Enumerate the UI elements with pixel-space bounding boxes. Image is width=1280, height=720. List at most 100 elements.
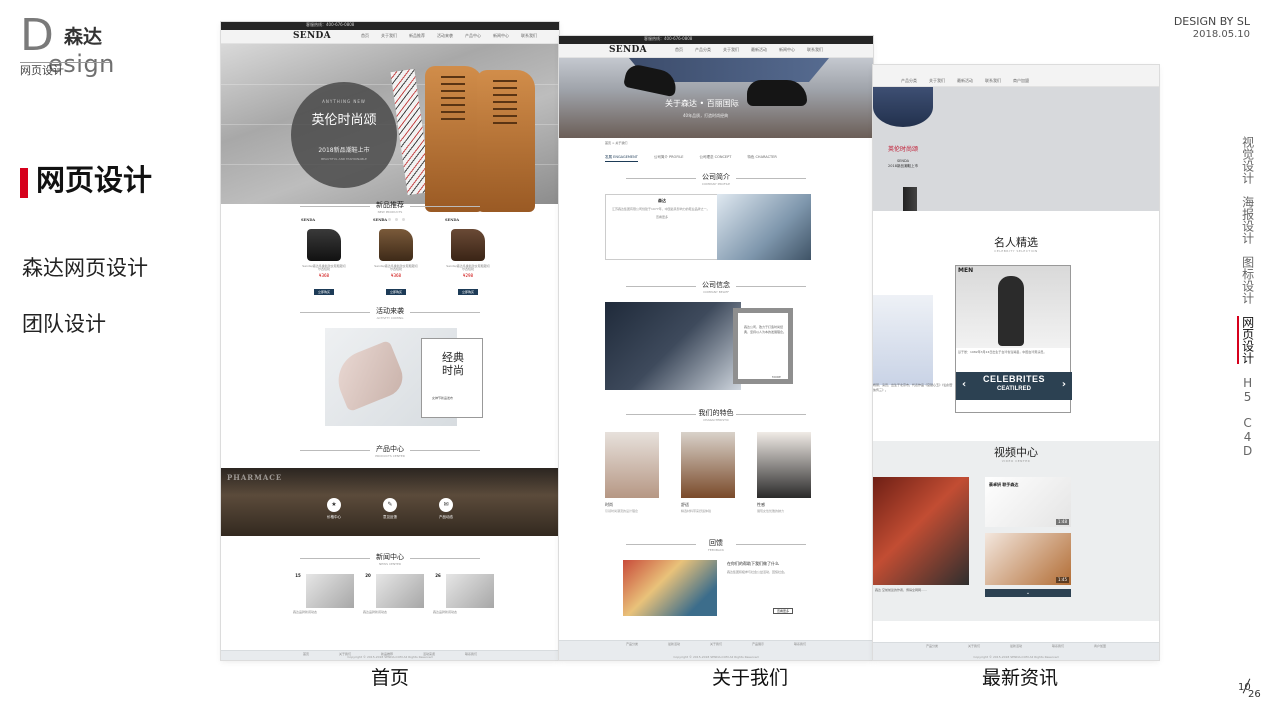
footer-link[interactable]: 联系我们 (794, 643, 806, 646)
price-icon[interactable]: ★ (327, 498, 341, 512)
buy-button[interactable]: 立即购买 (386, 289, 406, 296)
footer-link[interactable]: 最新活动 (668, 643, 680, 646)
footer-link[interactable]: 商户加盟 (1094, 645, 1106, 648)
celebrity-banner-button[interactable]: ‹ CELEBRITES CEATILRED › (956, 372, 1072, 400)
tab-character[interactable]: 特色 CHARACTER (747, 155, 776, 162)
buy-button[interactable]: 立即购买 (458, 289, 478, 296)
news-navbar: 产品分类 关于我们 最新活动 联系我们 商户加盟 (873, 65, 1159, 87)
about-charity-heading: 回馈 FEEDBACK (559, 540, 873, 552)
news-card[interactable]: 15 森达品牌新闻动态 (293, 573, 357, 615)
feature-card[interactable]: 舒适 精选材料带来舒适体验 (681, 432, 735, 514)
home-products-en: PRODUCTS CENTER (375, 454, 405, 458)
feature-desc: 引领时尚潮流的设计理念 (605, 509, 639, 513)
news-card[interactable]: 20 森达品牌新闻动态 (363, 573, 427, 615)
chevron-left-icon[interactable]: ‹ (962, 380, 966, 390)
feature-card[interactable]: 时尚 引领时尚潮流的设计理念 (605, 432, 659, 514)
news-nav-item[interactable]: 最新活动 (957, 79, 973, 83)
intro-more-link[interactable]: 查看更多 (612, 215, 712, 219)
brand-cn: 森达 (64, 26, 103, 48)
home-new-products-heading: 新品推荐 NEW PRODUCTS (221, 202, 559, 214)
about-charity-en: FEEDBACK (708, 548, 724, 552)
slide: D 森达 esign 网页设计 网页设计 森达网页设计 团队设计 DESIGN … (0, 0, 1280, 720)
charity-more-button[interactable]: 查看更多 (773, 608, 793, 614)
storefront-sign: PHARMACE (227, 473, 283, 482)
home-nav-items: 首页 关于我们 新品推荐 活动来袭 产品中心 新闻中心 联系我们 (361, 34, 537, 38)
video-card-title: 蔡卓妍 联手森达 (989, 482, 1019, 487)
news-desc: 森达品牌新闻动态 (433, 610, 458, 614)
about-nav-item[interactable]: 新闻中心 (779, 48, 795, 52)
side-nav-item-icon[interactable]: 图标设计 (1241, 256, 1255, 304)
home-nav-item[interactable]: 产品中心 (465, 34, 481, 38)
home-event-banner[interactable]: 经典时尚 女神节新品发布 (325, 328, 483, 426)
side-nav-item-h5[interactable]: H5 (1241, 376, 1255, 404)
about-nav-item[interactable]: 联系我们 (807, 48, 823, 52)
news-nav-item[interactable]: 产品分类 (901, 79, 917, 83)
home-nav-item[interactable]: 新闻中心 (493, 34, 509, 38)
brand-divider (20, 62, 110, 63)
tab-profile[interactable]: 公司简介 PROFILE (654, 155, 684, 162)
news-nav-item[interactable]: 联系我们 (985, 79, 1001, 83)
celebrity-card[interactable]: MEN 彭于晏：1982年3月24日出生于台湾省澎湖县，中国台湾男演员。 ‹ C… (955, 265, 1072, 413)
charity-image (623, 560, 717, 616)
home-events-en: ACTIVITY COMING (376, 316, 404, 320)
home-copyright: Copyright © 2015-2018 SENDA.COM All Righ… (347, 655, 433, 659)
footer-link[interactable]: 最新活动 (1010, 645, 1022, 648)
side-nav-item-poster[interactable]: 海报设计 (1241, 196, 1255, 244)
home-nav-item[interactable]: 首页 (361, 34, 369, 38)
home-logo[interactable]: SENDA (293, 32, 331, 41)
home-news-en: NEWS CENTER (378, 562, 401, 566)
news-date: 20 (365, 573, 371, 578)
home-nav-item[interactable]: 关于我们 (381, 34, 397, 38)
about-hero-banner: 关于森达 • 百丽国际 40年品质，打造时尚经典 (559, 58, 873, 138)
side-nav-item-c4d[interactable]: C4D (1241, 416, 1255, 458)
home-hero-sub2: BEAUTIFUL AND FASHIONABLE (321, 157, 367, 161)
caption-news: 最新资讯 (981, 667, 1058, 689)
about-features-title: 我们的特色 (698, 409, 734, 417)
breadcrumb[interactable]: 首页 > 关于我们 (605, 142, 627, 145)
buy-button[interactable]: 立即购买 (314, 289, 334, 296)
about-nav-item[interactable]: 关于我们 (723, 48, 739, 52)
about-nav-item[interactable]: 首页 (675, 48, 683, 52)
home-nav-item[interactable]: 新品推荐 (409, 34, 425, 38)
footer-link[interactable]: 产品展示 (752, 643, 764, 646)
feature-desc: 精选材料带来舒适体验 (681, 509, 712, 513)
side-nav-item-web[interactable]: 网页设计 (1237, 316, 1255, 364)
footer-link[interactable]: 关于我们 (710, 643, 722, 646)
product-card[interactable]: SENDA Senda/森达冬季新款女鞋粗跟切尔西短靴 ¥368 立即购买 (373, 218, 419, 297)
mail-icon[interactable]: ✉ (439, 498, 453, 512)
home-nav-item[interactable]: 联系我们 (521, 34, 537, 38)
footer-link[interactable]: 产品分类 (626, 643, 638, 646)
about-logo[interactable]: SENDA (609, 46, 647, 55)
video-thumbnail[interactable]: 蔡卓妍 联手森达 1:48 (985, 477, 1071, 527)
home-news-list: 15 森达品牌新闻动态 20 森达品牌新闻动态 26 森达品牌新闻动态 (293, 573, 497, 615)
product-card[interactable]: SENDA Senda/森达冬季新款女鞋粗跟切尔西短靴 ¥298 立即购买 (445, 218, 491, 297)
about-charity-block: 在你们的帮助下我们做了什么 森达集团积极参与社会公益活动，回馈社会。 查看更多 (623, 560, 803, 618)
about-belief-block: 森达公司，致力于打造时尚经典，坚持以人为本的发展理念。 MORE (605, 302, 811, 394)
product-card[interactable]: SENDA Senda/森达冬季新款女鞋粗跟切尔西短靴 ¥368 立即购买 (301, 218, 347, 297)
video-main-thumbnail[interactable] (873, 477, 969, 585)
belief-more-link[interactable]: MORE (772, 375, 792, 380)
shoe-image (747, 80, 807, 106)
footer-link[interactable]: 联系我们 (1052, 645, 1064, 648)
footer-link[interactable]: 关于我们 (968, 645, 980, 648)
feedback-icon[interactable]: ✎ (383, 498, 397, 512)
feature-card[interactable]: 性感 展现女性优雅的魅力 (757, 432, 811, 514)
feature-image (681, 432, 735, 498)
news-card[interactable]: 26 森达品牌新闻动态 (433, 573, 497, 615)
page-total: 26 (1248, 689, 1261, 700)
about-nav-item[interactable]: 产品分类 (695, 48, 711, 52)
feature-image (757, 432, 811, 498)
video-thumbnail[interactable]: 1:45 (985, 533, 1071, 585)
home-nav-item[interactable]: 活动来袭 (437, 34, 453, 38)
chevron-down-icon[interactable]: ⌄ (985, 589, 1071, 597)
news-celebrity-heading: 名人精选 CELEBRITY SELECTION (873, 237, 1159, 253)
tab-concept[interactable]: 公司理念 CONCEPT (700, 155, 732, 162)
footer-link[interactable]: 产品分类 (926, 645, 938, 648)
news-nav-item[interactable]: 商户加盟 (1013, 79, 1029, 83)
home-product-list: SENDA Senda/森达冬季新款女鞋粗跟切尔西短靴 ¥368 立即购买 SE… (301, 218, 491, 297)
side-nav-item-visual[interactable]: 视觉设计 (1241, 136, 1255, 184)
news-nav-item[interactable]: 关于我们 (929, 79, 945, 83)
chevron-right-icon[interactable]: › (1062, 380, 1066, 390)
tab-engagement[interactable]: 发展 ENGAGEMENT (605, 155, 638, 162)
about-nav-item[interactable]: 最新活动 (751, 48, 767, 52)
